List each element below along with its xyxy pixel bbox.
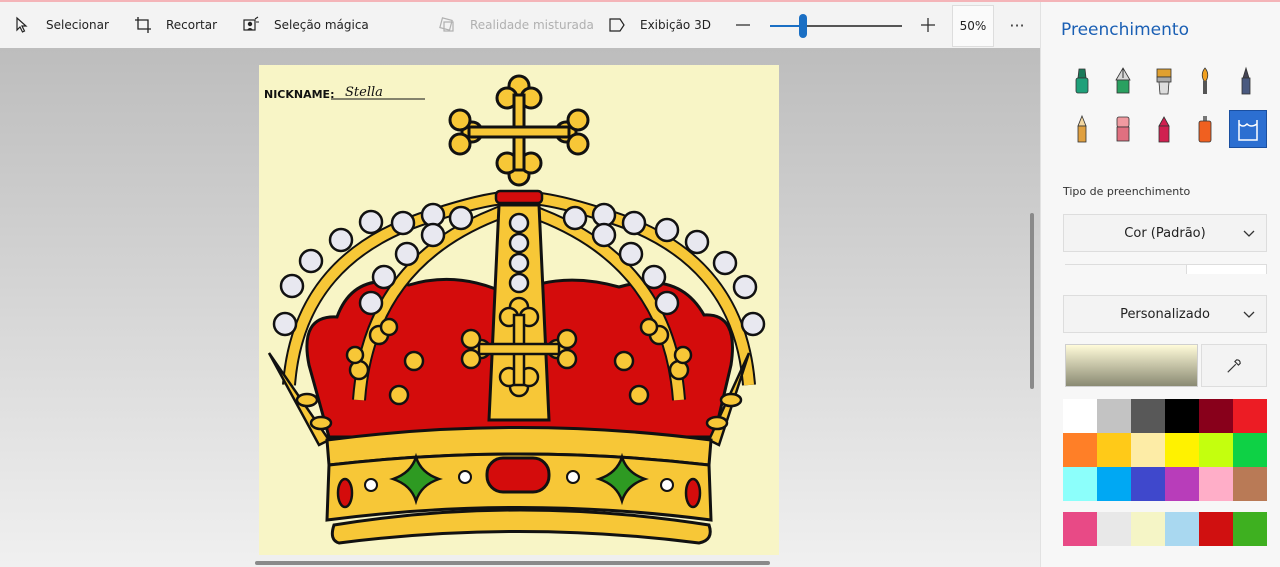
custom-color-palette — [1063, 512, 1267, 546]
view-3d-icon — [609, 18, 625, 32]
brush-marker[interactable] — [1063, 62, 1101, 100]
fill-type-dropdown[interactable]: Cor (Padrão) — [1063, 214, 1267, 252]
color-swatch[interactable] — [1063, 512, 1097, 546]
color-swatch[interactable] — [1233, 512, 1267, 546]
view-3d-button[interactable]: Exibição 3D — [608, 2, 711, 48]
toolbar: Selecionar Recortar Seleção mágica Reali… — [0, 2, 1040, 48]
color-swatch[interactable] — [1063, 467, 1097, 501]
mixed-reality-button[interactable]: Realidade misturada — [438, 2, 594, 48]
drawing-canvas[interactable]: NICKNAME: Stella — [259, 65, 779, 555]
mixed-reality-icon — [439, 17, 454, 32]
color-swatch[interactable] — [1063, 399, 1097, 433]
color-swatch[interactable] — [1131, 512, 1165, 546]
color-swatch[interactable] — [1199, 399, 1233, 433]
brush-calligraphy[interactable] — [1104, 62, 1142, 100]
brush-pixel-pen[interactable] — [1227, 62, 1265, 100]
select-button[interactable]: Selecionar — [14, 2, 109, 48]
eyedropper-icon — [1227, 358, 1241, 373]
fill-panel: Preenchimento Tipo de preenchimento Cor … — [1040, 2, 1280, 567]
fill-type-value: Cor (Padrão) — [1124, 225, 1206, 241]
magic-select-button[interactable]: Seleção mágica — [242, 2, 369, 48]
color-swatch[interactable] — [1199, 433, 1233, 467]
zoom-slider[interactable] — [770, 25, 902, 27]
panel-title: Preenchimento — [1061, 20, 1189, 40]
eyedropper-button[interactable] — [1201, 344, 1267, 387]
crop-label: Recortar — [166, 18, 218, 32]
color-swatch[interactable] — [1097, 512, 1131, 546]
vertical-scrollbar[interactable] — [1030, 213, 1034, 389]
current-color-swatch[interactable] — [1065, 344, 1198, 387]
pixel-pen-icon — [1241, 66, 1251, 95]
brush-pencil[interactable] — [1063, 110, 1101, 148]
magic-select-label: Seleção mágica — [274, 18, 369, 32]
zoom-in-icon[interactable] — [918, 14, 938, 36]
brush-eraser[interactable] — [1104, 110, 1142, 148]
color-swatch[interactable] — [1131, 433, 1165, 467]
brush-spray[interactable] — [1186, 110, 1224, 148]
brush-crayon[interactable] — [1145, 110, 1183, 148]
brush-fill[interactable] — [1229, 110, 1267, 148]
color-swatch[interactable] — [1165, 433, 1199, 467]
zoom-percent[interactable]: 50% — [952, 5, 994, 47]
eraser-icon — [1116, 116, 1130, 142]
color-swatch[interactable] — [1097, 433, 1131, 467]
spray-can-icon — [1198, 116, 1212, 143]
opacity-slider-thumb[interactable] — [1186, 264, 1267, 274]
nickname-label: NICKNAME: — [264, 88, 334, 101]
color-swatch[interactable] — [1199, 467, 1233, 501]
crown-drawing: NICKNAME: Stella — [264, 74, 766, 545]
brush-oil[interactable] — [1145, 62, 1183, 100]
paint3d-window: Selecionar Recortar Seleção mágica Reali… — [0, 0, 1280, 567]
nickname-value: Stella — [345, 85, 383, 100]
fill-bucket-icon — [1238, 120, 1258, 141]
color-mode-dropdown[interactable]: Personalizado — [1063, 295, 1267, 333]
cursor-icon — [16, 16, 28, 33]
select-label: Selecionar — [46, 18, 109, 32]
color-swatch[interactable] — [1131, 399, 1165, 433]
more-icon: ··· — [1009, 15, 1025, 35]
color-swatch[interactable] — [1165, 467, 1199, 501]
brush-watercolor[interactable] — [1186, 62, 1224, 100]
zoom-slider-thumb[interactable] — [799, 14, 807, 38]
color-swatch[interactable] — [1233, 399, 1267, 433]
color-palette — [1063, 399, 1267, 501]
color-swatch[interactable] — [1097, 467, 1131, 501]
color-swatch[interactable] — [1063, 433, 1097, 467]
marker-icon — [1075, 68, 1089, 94]
color-swatch[interactable] — [1199, 512, 1233, 546]
color-swatch[interactable] — [1233, 467, 1267, 501]
oil-brush-icon — [1156, 68, 1172, 95]
horizontal-scrollbar[interactable] — [255, 561, 770, 565]
crayon-icon — [1158, 116, 1170, 143]
color-swatch[interactable] — [1165, 399, 1199, 433]
watercolor-brush-icon — [1201, 67, 1209, 94]
color-swatch[interactable] — [1097, 399, 1131, 433]
zoom-percent-label: 50% — [959, 19, 987, 33]
color-swatch[interactable] — [1233, 433, 1267, 467]
pencil-icon — [1077, 114, 1087, 143]
crop-icon — [135, 17, 151, 33]
magic-select-icon — [243, 16, 259, 31]
mixed-reality-label: Realidade misturada — [470, 18, 594, 32]
view-3d-label: Exibição 3D — [640, 18, 711, 32]
color-swatch[interactable] — [1131, 467, 1165, 501]
fill-type-label: Tipo de preenchimento — [1063, 185, 1191, 198]
chevron-down-icon — [1243, 230, 1255, 237]
chevron-down-icon — [1243, 311, 1255, 318]
more-button[interactable]: ··· — [1006, 14, 1028, 36]
crop-button[interactable]: Recortar — [134, 2, 217, 48]
workspace: NICKNAME: Stella — [0, 48, 1040, 567]
zoom-out-icon[interactable] — [733, 14, 753, 36]
color-mode-value: Personalizado — [1120, 306, 1210, 322]
calligraphy-pen-icon — [1115, 67, 1131, 94]
color-swatch[interactable] — [1165, 512, 1199, 546]
